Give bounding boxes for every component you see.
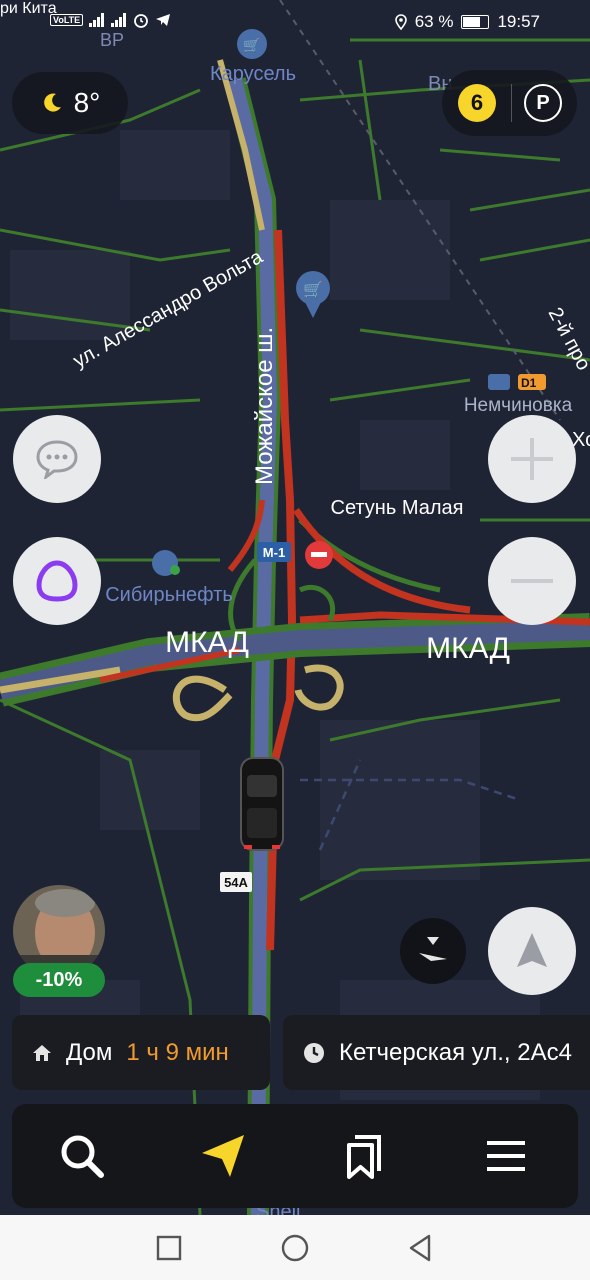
zoom-out-button[interactable]: [488, 537, 576, 625]
battery-icon: [461, 15, 490, 29]
bookmarks-icon: [347, 1135, 381, 1179]
telegram-icon: [156, 14, 171, 26]
destination-eta: 1 ч 9 мин: [126, 1038, 229, 1066]
circle-icon: [281, 1234, 309, 1262]
battery-percent: 63 %: [414, 12, 454, 31]
destination-card-home[interactable]: Дом 1 ч 9 мин: [12, 1015, 270, 1090]
plus-icon: [511, 438, 553, 480]
navigation-arrow-icon: [517, 933, 547, 967]
map-label-mozhayskoe: Можайское ш.: [251, 327, 278, 485]
destination-name: Дом: [66, 1038, 113, 1066]
clock-icon: [304, 1042, 324, 1063]
svg-text:🛒: 🛒: [303, 280, 323, 299]
search-icon: [61, 1135, 104, 1178]
map-label-sibneft: Сибирьнефть: [105, 584, 233, 606]
car-marker-icon: [240, 757, 284, 851]
map-label-mkad-right: МКАД: [426, 632, 510, 665]
chat-icon: [36, 440, 78, 479]
home-button[interactable]: [280, 1233, 310, 1263]
search-button[interactable]: [56, 1130, 108, 1182]
parking-button[interactable]: P: [524, 84, 562, 122]
no-entry-marker-icon: [305, 541, 333, 569]
status-bar: ри Кита VoLTE 63 % 19:57: [0, 0, 590, 44]
square-icon: [156, 1235, 182, 1261]
map-label-m1: М-1: [263, 545, 285, 560]
weather-widget[interactable]: 8°: [12, 72, 128, 134]
alice-voice-button[interactable]: [13, 537, 101, 625]
menu-button[interactable]: [480, 1130, 532, 1182]
menu-icon: [487, 1141, 525, 1171]
score-badge[interactable]: 6: [458, 84, 496, 122]
destination-card-recent[interactable]: Кетчерская ул., 2Ас4: [283, 1015, 590, 1090]
map-label-setun: Сетунь Малая: [331, 497, 464, 519]
system-navigation-bar: [0, 1215, 590, 1280]
divider: [511, 84, 512, 122]
map-label-mkad-left: МКАД: [165, 626, 249, 659]
map-label-karusel: Карусель: [210, 63, 296, 85]
destination-name: Кетчерская ул., 2Ас4: [339, 1038, 572, 1066]
signal-icon: [89, 13, 105, 27]
volte-icon: VoLTE: [50, 14, 84, 26]
signal-4g-icon: [111, 13, 127, 27]
location-icon: [394, 14, 407, 30]
bottom-toolbar: [12, 1104, 578, 1208]
navigation-button[interactable]: [197, 1130, 249, 1182]
alice-icon: [36, 560, 78, 602]
follow-location-button[interactable]: [488, 907, 576, 995]
map-label-d1: D1: [521, 376, 537, 390]
navigation-arrow-icon: [202, 1135, 244, 1177]
map-label-54a: 54А: [224, 875, 248, 890]
alarm-icon: [134, 14, 149, 28]
top-right-panel: 6 P: [442, 70, 577, 136]
carrier-label: ри Кита: [0, 0, 57, 17]
zoom-in-button[interactable]: [488, 415, 576, 503]
back-triangle-icon: [409, 1234, 431, 1262]
clock-time: 19:57: [497, 12, 540, 31]
compass-button[interactable]: [400, 918, 466, 984]
compass-icon: [419, 937, 447, 961]
chat-button[interactable]: [13, 415, 101, 503]
back-button[interactable]: [405, 1233, 435, 1263]
discount-badge[interactable]: -10%: [13, 963, 105, 997]
moon-icon: [43, 93, 61, 112]
home-icon: [33, 1044, 51, 1061]
map-label-nemchinovka: Немчиновка: [464, 395, 573, 416]
bookmarks-button[interactable]: [338, 1130, 390, 1182]
temperature: 8°: [73, 87, 101, 118]
recents-button[interactable]: [154, 1233, 184, 1263]
minus-icon: [511, 579, 553, 583]
